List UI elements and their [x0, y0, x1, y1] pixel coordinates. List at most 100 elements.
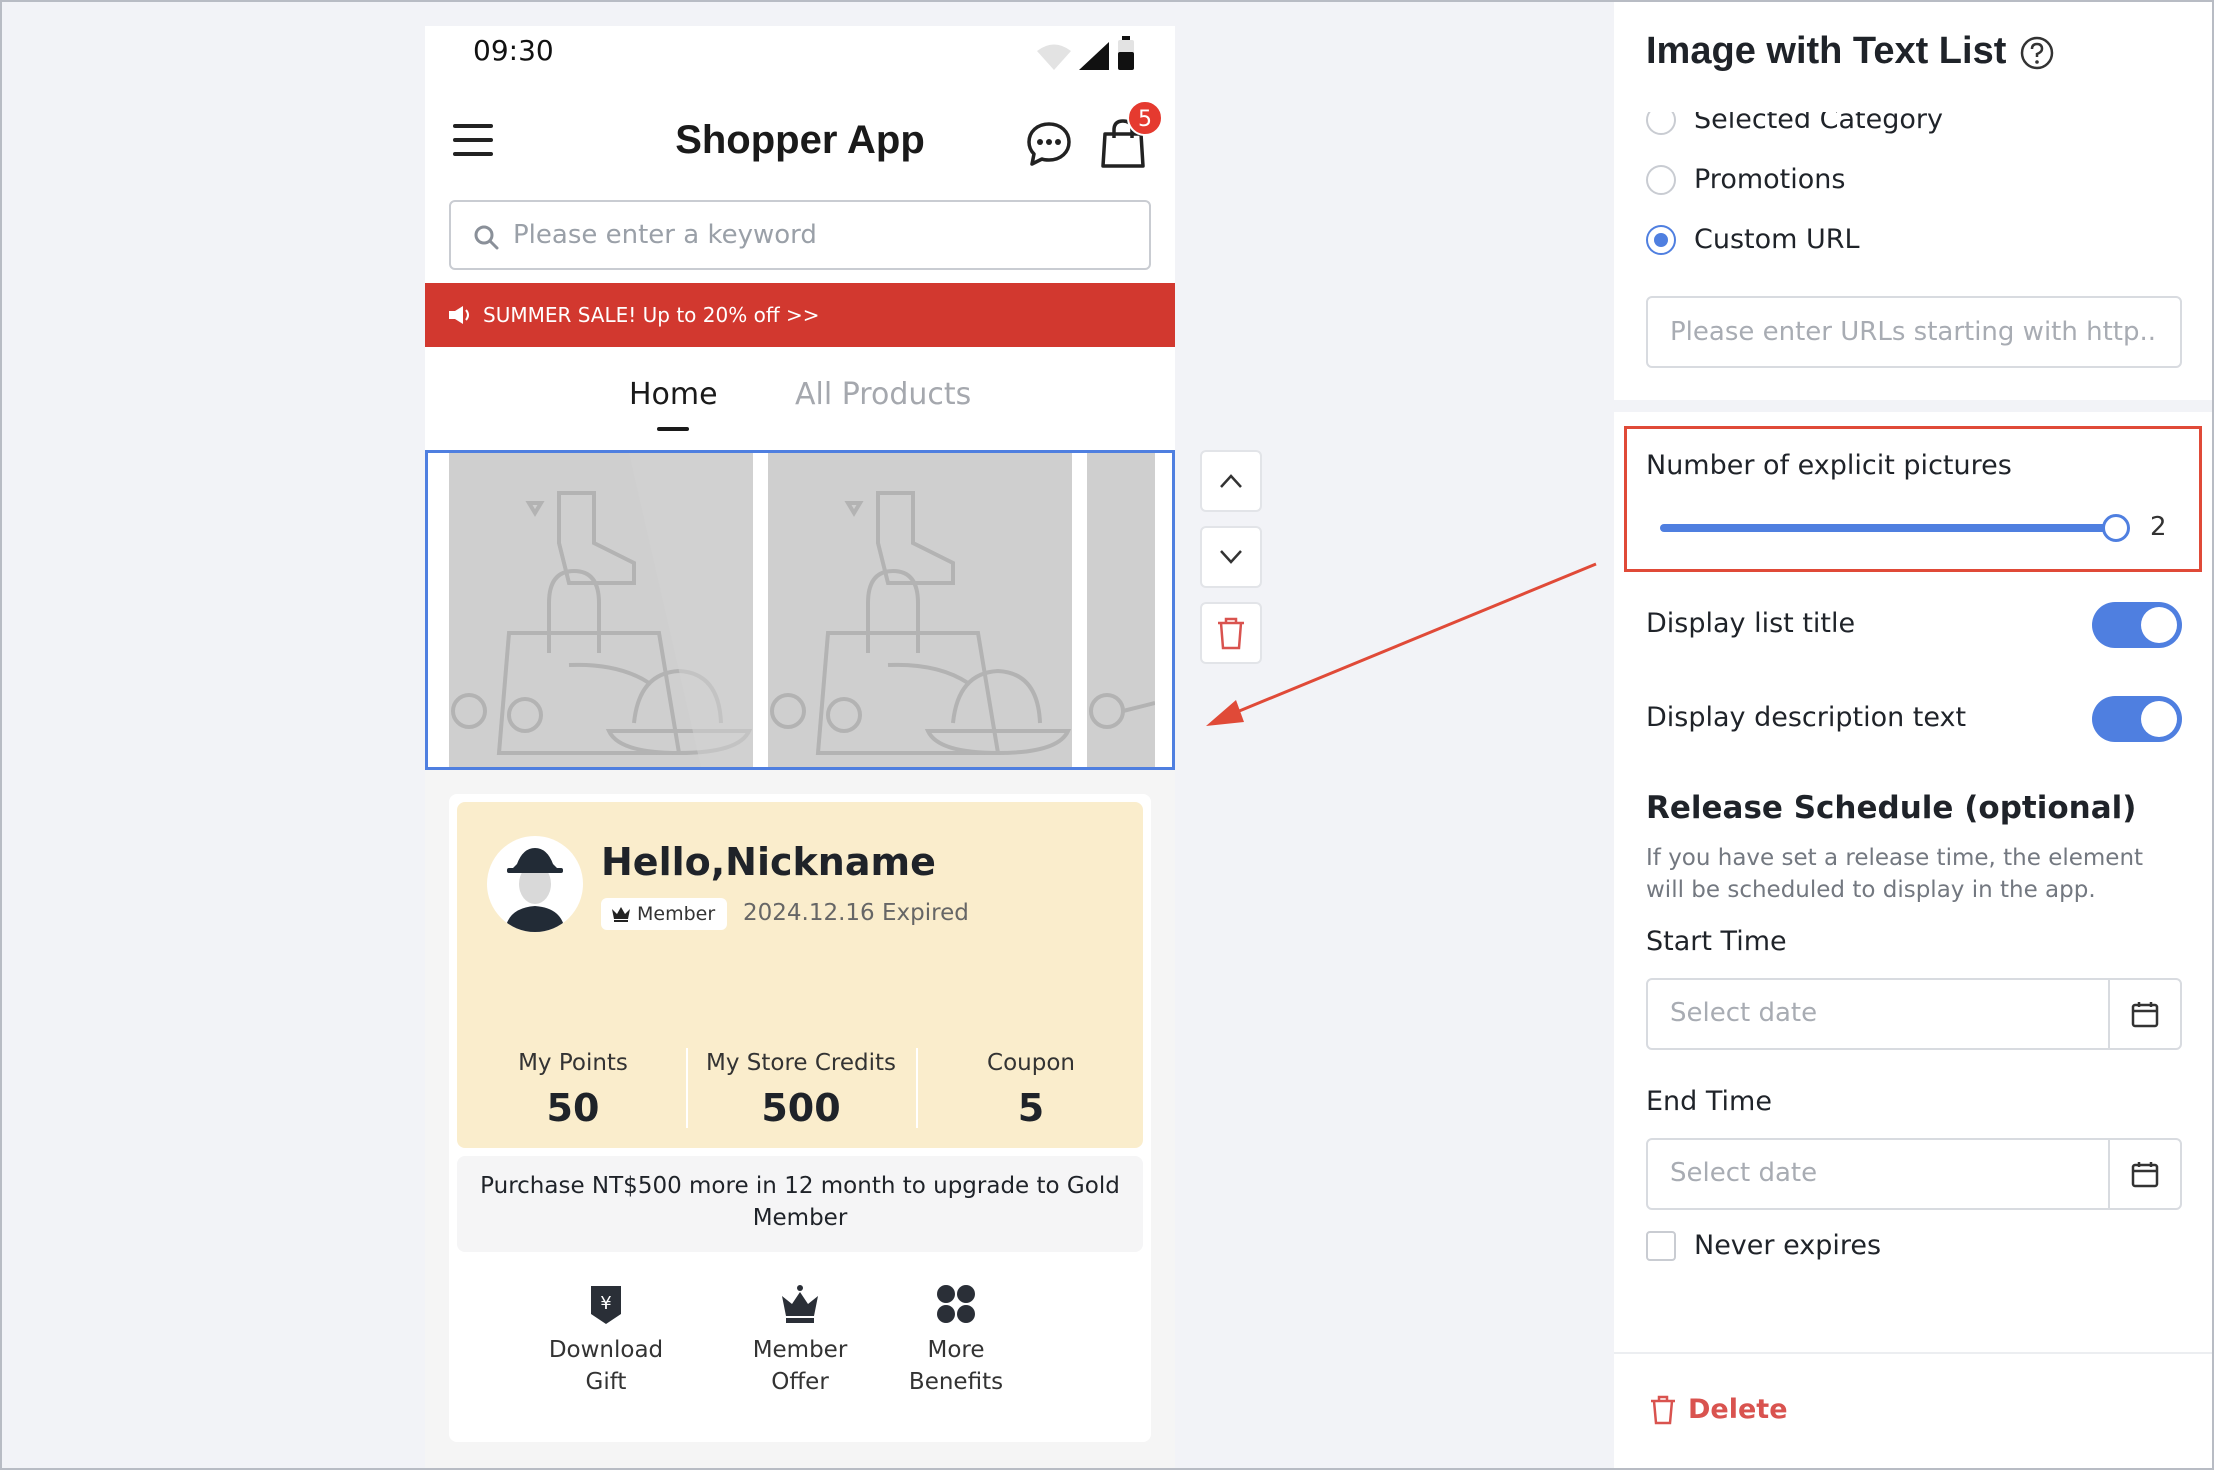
avatar[interactable] — [487, 836, 583, 932]
trash-icon — [1218, 617, 1244, 650]
crown-icon — [612, 907, 630, 922]
cart-count-badge: 5 — [1127, 100, 1163, 136]
move-up-button[interactable] — [1200, 450, 1262, 512]
panel-footer: Delete — [1614, 1352, 2214, 1470]
user-avatar-icon — [505, 848, 565, 932]
calendar-icon — [2131, 1162, 2159, 1188]
battery-icon — [1118, 36, 1134, 70]
link-settings-section: Selected Category Promotions Custom URL — [1614, 100, 2214, 400]
calendar-button[interactable] — [2108, 980, 2180, 1048]
search-input[interactable] — [513, 212, 1133, 258]
explicit-pictures-slider-track[interactable] — [1660, 524, 2114, 532]
chevron-up-icon — [1220, 474, 1242, 488]
display-list-title-label: Display list title — [1646, 608, 1856, 639]
tab-home[interactable]: Home — [629, 377, 718, 412]
upgrade-message: Purchase NT$500 more in 12 month to upgr… — [457, 1156, 1143, 1252]
member-card: Hello,Nickname Member 2024.12.16 Expired… — [449, 794, 1151, 1442]
date-placeholder: Select date — [1670, 998, 1818, 1028]
benefit-label: Offer — [771, 1369, 829, 1395]
start-date-picker[interactable]: Select date — [1646, 978, 2182, 1050]
chat-icon[interactable] — [1025, 120, 1073, 168]
explicit-pictures-value: 2 — [2150, 512, 2167, 542]
placeholder-image-icon — [1089, 693, 1155, 729]
end-time-label: End Time — [1646, 1086, 1772, 1117]
status-time: 09:30 — [473, 34, 554, 67]
promo-banner-text: SUMMER SALE! Up to 20% off >> — [483, 303, 820, 327]
radio-button-checked[interactable] — [1646, 224, 1676, 255]
stat-label: My Store Credits — [705, 1050, 897, 1076]
radio-label: Custom URL — [1694, 224, 1860, 255]
benefit-member-offer[interactable]: Member Offer — [725, 1284, 875, 1398]
highlight-box — [1624, 426, 2202, 572]
stat-store-credits[interactable]: My Store Credits 500 — [687, 1050, 915, 1130]
stat-label: Coupon — [987, 1050, 1075, 1076]
trash-icon — [1651, 1395, 1675, 1424]
benefit-label: Gift — [585, 1369, 627, 1395]
custom-url-input[interactable] — [1646, 296, 2182, 368]
delete-block-button[interactable] — [1200, 602, 1262, 664]
panel-title: Image with Text List — [1646, 30, 2007, 72]
explicit-pictures-slider-handle[interactable] — [2102, 514, 2130, 542]
member-summary: Hello,Nickname Member 2024.12.16 Expired… — [457, 802, 1143, 1148]
megaphone-icon — [449, 306, 469, 324]
member-tier-label: Member — [637, 903, 716, 925]
end-date-picker[interactable]: Select date — [1646, 1138, 2182, 1210]
phone-preview: 09:30 Shopper App 5 SUMMER SALE! Up to 2… — [425, 26, 1175, 1470]
status-bar: 09:30 — [425, 26, 1175, 96]
chevron-down-icon — [1220, 550, 1242, 564]
benefit-label: Member — [752, 1337, 848, 1363]
search-box — [449, 200, 1151, 270]
calendar-button[interactable] — [2108, 1140, 2180, 1208]
search-icon — [474, 225, 499, 250]
radio-label: Promotions — [1694, 164, 1846, 195]
stat-coupon[interactable]: Coupon 5 — [917, 1050, 1145, 1130]
display-description-label: Display description text — [1646, 702, 1967, 733]
display-list-title-toggle[interactable] — [2092, 602, 2182, 648]
active-tab-indicator — [657, 427, 689, 431]
stat-value: 500 — [761, 1086, 841, 1130]
tab-all-products[interactable]: All Products — [795, 377, 971, 412]
radio-promotions[interactable]: Promotions — [1646, 164, 1845, 195]
carousel-slide[interactable] — [449, 453, 753, 767]
promo-banner[interactable]: SUMMER SALE! Up to 20% off >> — [425, 283, 1175, 347]
tab-bar: Home All Products — [425, 347, 1175, 451]
never-expires-option[interactable]: Never expires — [1646, 1230, 1881, 1261]
delete-button[interactable]: Delete — [1650, 1394, 1788, 1425]
search-row — [425, 194, 1175, 283]
schedule-title: Release Schedule (optional) — [1646, 790, 2137, 826]
benefit-label: Download — [548, 1337, 664, 1363]
placeholder-image-icon — [451, 453, 753, 767]
display-description-toggle[interactable] — [2092, 696, 2182, 742]
radio-custom-url[interactable]: Custom URL — [1646, 224, 1860, 255]
stat-value: 5 — [1017, 1086, 1045, 1130]
date-placeholder: Select date — [1670, 1158, 1818, 1188]
svg-text:¥: ¥ — [600, 1293, 611, 1314]
calendar-icon — [2131, 1002, 2159, 1028]
carousel-slide-partial[interactable] — [1087, 453, 1155, 767]
start-time-label: Start Time — [1646, 926, 1787, 957]
move-down-button[interactable] — [1200, 526, 1262, 588]
help-icon[interactable] — [2020, 36, 2054, 70]
benefit-label: More — [927, 1337, 985, 1363]
never-expires-checkbox[interactable] — [1646, 1230, 1676, 1261]
image-carousel-selected[interactable] — [425, 450, 1175, 770]
grid-icon — [937, 1285, 975, 1323]
schedule-description: If you have set a release time, the elem… — [1646, 845, 2144, 903]
benefit-label: Benefits — [908, 1369, 1004, 1395]
member-tier-badge: Member — [601, 898, 728, 930]
membership-expiry: 2024.12.16 Expired — [743, 900, 969, 926]
crown-icon — [782, 1285, 818, 1323]
stat-value: 50 — [546, 1086, 600, 1130]
signal-icon — [1079, 42, 1109, 70]
placeholder-image-icon — [770, 491, 1072, 756]
benefit-download-gift[interactable]: ¥ Download Gift — [531, 1284, 681, 1398]
carousel-slide[interactable] — [768, 453, 1072, 767]
app-bar: Shopper App 5 — [425, 96, 1175, 194]
delete-label: Delete — [1688, 1394, 1788, 1425]
panel-header: Image with Text List — [1614, 0, 2214, 112]
radio-button[interactable] — [1646, 164, 1676, 195]
benefit-more[interactable]: More Benefits — [881, 1284, 1031, 1398]
wifi-icon — [1037, 44, 1071, 70]
member-greeting: Hello,Nickname — [601, 840, 936, 884]
stat-points[interactable]: My Points 50 — [459, 1050, 687, 1130]
